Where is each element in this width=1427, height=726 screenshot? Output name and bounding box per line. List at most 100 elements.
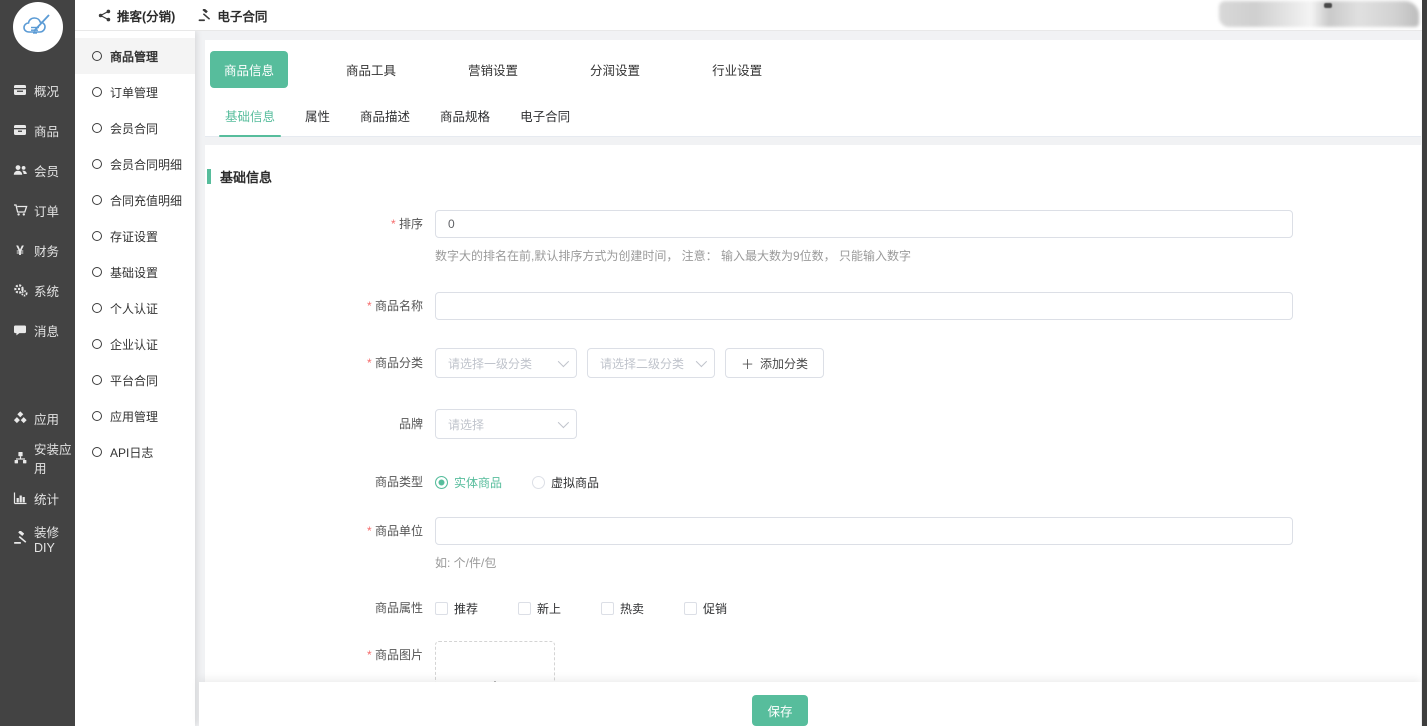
form-row-category: 商品分类 请选择一级分类 请选择二级分类 ＋ 添加分类	[205, 348, 1421, 378]
sort-input[interactable]	[435, 210, 1293, 238]
sidebar-item-overview[interactable]: 概况	[0, 70, 75, 110]
checkbox-recommend[interactable]: 推荐	[435, 600, 478, 617]
save-button[interactable]: 保存	[752, 695, 808, 726]
sidebar-item-label: 订单	[34, 201, 59, 220]
checkbox-new[interactable]: 新上	[518, 600, 561, 617]
sidebar-spacer	[0, 350, 75, 398]
secondary-sidebar: 商品管理 订单管理 会员合同 会员合同明细 合同充值明细 存证设置 基础设置 个…	[75, 31, 195, 726]
tab-marketing-settings[interactable]: 营销设置	[454, 51, 532, 88]
submenu-item-personal-auth[interactable]: 个人认证	[75, 290, 195, 326]
circle-icon	[92, 123, 102, 133]
chevron-down-icon	[696, 356, 707, 367]
submenu-item-label: 订单管理	[110, 84, 158, 101]
sidebar-item-stats[interactable]: 统计	[0, 478, 75, 518]
submenu-item-member-contract-detail[interactable]: 会员合同明细	[75, 146, 195, 182]
sort-label: 排序	[205, 210, 435, 264]
checkbox-promo[interactable]: 促销	[684, 600, 727, 617]
form-row-attrs: 商品属性 推荐 新上 热卖 促销	[205, 598, 1421, 618]
form-row-unit: 商品单位 如: 个/件/包	[205, 517, 1421, 571]
checkbox-hot[interactable]: 热卖	[601, 600, 644, 617]
sidebar-item-label: 装修DIY	[34, 522, 75, 555]
tab-industry-settings[interactable]: 行业设置	[698, 51, 776, 88]
sidebar-item-apps[interactable]: 应用	[0, 398, 75, 438]
tab-product-tools[interactable]: 商品工具	[332, 51, 410, 88]
submenu-item-app-management[interactable]: 应用管理	[75, 398, 195, 434]
submenu-item-label: 企业认证	[110, 336, 158, 353]
footer-bar: 保存	[199, 682, 1421, 726]
subtab-attributes[interactable]: 属性	[305, 97, 330, 136]
sidebar-item-system[interactable]: 系统	[0, 270, 75, 310]
product-name-input[interactable]	[435, 292, 1293, 320]
topbar-item-distribution[interactable]: 推客(分销)	[97, 6, 175, 25]
sidebar-item-finance[interactable]: ¥ 财务	[0, 230, 75, 270]
subtab-econtract[interactable]: 电子合同	[520, 97, 570, 136]
stats-icon	[12, 490, 28, 506]
members-icon	[12, 162, 28, 178]
form-row-name: 商品名称	[205, 292, 1421, 320]
share-icon	[97, 8, 112, 23]
gavel-icon	[197, 8, 212, 23]
unit-label: 商品单位	[205, 517, 435, 571]
category-label: 商品分类	[205, 348, 435, 378]
message-icon	[12, 322, 28, 338]
sidebar-item-label: 会员	[34, 161, 59, 180]
subtab-basic-info[interactable]: 基础信息	[225, 97, 275, 136]
primary-sidebar: 概况 商品 会员 订单 ¥ 财务 系统	[0, 0, 75, 726]
sidebar-item-messages[interactable]: 消息	[0, 310, 75, 350]
sidebar-item-label: 财务	[34, 241, 59, 260]
checkbox-icon	[518, 602, 531, 615]
tab-product-info[interactable]: 商品信息	[210, 51, 288, 88]
subtab-specs[interactable]: 商品规格	[440, 97, 490, 136]
submenu-item-basic-settings[interactable]: 基础设置	[75, 254, 195, 290]
apps-icon	[12, 410, 28, 426]
submenu-item-platform-contract[interactable]: 平台合同	[75, 362, 195, 398]
topbar-item-econtract[interactable]: 电子合同	[197, 6, 267, 25]
sidebar-item-orders[interactable]: 订单	[0, 190, 75, 230]
submenu-item-label: API日志	[110, 444, 153, 461]
install-apps-icon	[12, 450, 28, 466]
submenu-item-product-management[interactable]: 商品管理	[75, 38, 195, 74]
add-category-button[interactable]: ＋ 添加分类	[725, 348, 824, 378]
checkbox-label: 热卖	[620, 600, 644, 617]
checkbox-icon	[684, 602, 697, 615]
form-panel: 基础信息 排序 数字大的排名在前,默认排序方式为创建时间， 注意： 输入最大数为…	[205, 145, 1421, 705]
category-level1-select[interactable]: 请选择一级分类	[435, 348, 577, 378]
submenu-item-evidence-settings[interactable]: 存证设置	[75, 218, 195, 254]
unit-input[interactable]	[435, 517, 1293, 545]
tab-profit-settings[interactable]: 分润设置	[576, 51, 654, 88]
brand-select[interactable]: 请选择	[435, 409, 577, 439]
radio-icon	[435, 476, 448, 489]
circle-icon	[92, 51, 102, 61]
sort-hint: 数字大的排名在前,默认排序方式为创建时间， 注意： 输入最大数为9位数， 只能输…	[435, 247, 1421, 264]
sidebar-item-diy[interactable]: 装修DIY	[0, 518, 75, 558]
circle-icon	[92, 303, 102, 313]
attrs-label: 商品属性	[205, 598, 435, 618]
sidebar-item-products[interactable]: 商品	[0, 110, 75, 150]
radio-physical-product[interactable]: 实体商品	[435, 474, 502, 491]
subtab-description[interactable]: 商品描述	[360, 97, 410, 136]
form-row-sort: 排序 数字大的排名在前,默认排序方式为创建时间， 注意： 输入最大数为9位数， …	[205, 210, 1421, 264]
submenu-item-order-management[interactable]: 订单管理	[75, 74, 195, 110]
submenu-item-label: 商品管理	[110, 48, 158, 65]
circle-icon	[92, 267, 102, 277]
diy-icon	[12, 530, 28, 546]
name-label: 商品名称	[205, 292, 435, 320]
sidebar-item-install-apps[interactable]: 安装应用	[0, 438, 75, 478]
category-level2-select[interactable]: 请选择二级分类	[587, 348, 715, 378]
radio-label: 虚拟商品	[551, 474, 599, 491]
section-title: 基础信息	[207, 167, 1421, 186]
submenu-item-enterprise-auth[interactable]: 企业认证	[75, 326, 195, 362]
user-info-redacted[interactable]	[1219, 1, 1419, 27]
checkbox-icon	[601, 602, 614, 615]
submenu-item-api-log[interactable]: API日志	[75, 434, 195, 470]
submenu-item-label: 会员合同明细	[110, 156, 182, 173]
radio-virtual-product[interactable]: 虚拟商品	[532, 474, 599, 491]
submenu-item-member-contract[interactable]: 会员合同	[75, 110, 195, 146]
brand-placeholder: 请选择	[448, 416, 484, 433]
sidebar-item-members[interactable]: 会员	[0, 150, 75, 190]
logo[interactable]	[0, 0, 75, 58]
radio-label: 实体商品	[454, 474, 502, 491]
circle-icon	[92, 195, 102, 205]
checkbox-icon	[435, 602, 448, 615]
submenu-item-contract-recharge-detail[interactable]: 合同充值明细	[75, 182, 195, 218]
